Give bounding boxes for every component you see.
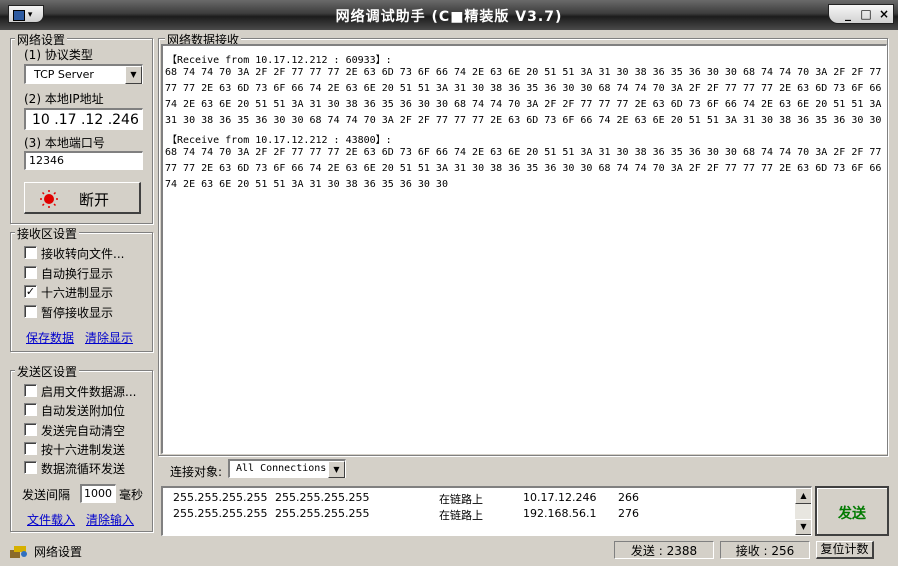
connection-cell: 在链路上 xyxy=(439,493,483,506)
protocol-value: TCP Server xyxy=(34,68,94,81)
minimize-button[interactable]: _ xyxy=(839,6,857,23)
port-value: 12346 xyxy=(29,154,64,167)
receive-header-line: 【Receive from 10.17.12.212 : 43800】: xyxy=(167,135,392,146)
checkbox-option[interactable]: ✓ 十六进制显示 xyxy=(24,284,150,300)
receive-hex-line: 77 77 2E 63 6D 73 6F 66 74 2E 63 6E 20 5… xyxy=(165,163,882,174)
send-interval-unit: 毫秒 xyxy=(119,488,144,502)
checkbox-option[interactable]: 数据流循环发送 xyxy=(24,460,150,476)
checkbox-label: 数据流循环发送 xyxy=(41,462,126,477)
send-interval-value: 1000 xyxy=(84,487,112,500)
maximize-button[interactable]: □ xyxy=(857,6,875,23)
window-title: 网络调试助手 (C■精装版 V3.7) xyxy=(335,9,563,25)
connection-target-select[interactable]: All Connections ▼ xyxy=(228,459,346,478)
checkbox-label: 按十六进制发送 xyxy=(41,442,126,457)
connection-cell: 266 xyxy=(618,491,639,504)
checkbox-option[interactable]: 接收转向文件... xyxy=(24,245,150,261)
disconnect-button[interactable]: 断开 xyxy=(24,182,141,214)
recv-count: 接收 : 256 xyxy=(720,541,810,559)
status-text: 网络设置 xyxy=(34,545,83,559)
checkbox-option[interactable]: 发送完自动清空 xyxy=(24,422,150,438)
connection-cell: 在链路上 xyxy=(439,509,483,522)
checkbox-label: 十六进制显示 xyxy=(41,286,114,300)
send-input-scrollbar[interactable]: ▲ ▼ xyxy=(795,488,811,535)
status-light-icon xyxy=(40,190,58,208)
checkmark-icon[interactable]: ✓ xyxy=(24,285,37,298)
scroll-up-icon[interactable]: ▲ xyxy=(795,488,811,504)
send-button-label: 发送 xyxy=(838,506,866,522)
connection-target-value: All Connections xyxy=(236,463,327,474)
protocol-label: (1) 协议类型 xyxy=(24,48,93,62)
checkbox-label: 暂停接收显示 xyxy=(41,305,114,320)
checkbox[interactable] xyxy=(24,422,37,436)
checkbox[interactable] xyxy=(24,246,37,259)
connection-cell: 255.255.255.255 xyxy=(173,491,268,504)
send-interval-label: 发送间隔 xyxy=(22,488,71,502)
connection-cell: 255.255.255.255 xyxy=(275,507,370,520)
ip-value: 10 .17 .12 .246 xyxy=(32,112,139,128)
scroll-down-icon[interactable]: ▼ xyxy=(795,519,811,535)
receive-hex-line: 77 77 2E 63 6D 73 6F 66 74 2E 63 6E 20 5… xyxy=(165,83,882,94)
receive-hex-line: 68 74 74 70 3A 2F 2F 77 77 77 2E 63 6D 7… xyxy=(165,67,882,78)
receive-hex-line: 31 30 38 36 35 36 30 30 68 74 74 70 3A 2… xyxy=(165,115,882,126)
checkbox-option[interactable]: 自动发送附加位 xyxy=(24,402,150,418)
checkbox[interactable] xyxy=(24,403,37,417)
connection-cell: 255.255.255.255 xyxy=(173,507,268,520)
receive-text-area[interactable]: 【Receive from 10.17.12.212 : 60933】: 68 7… xyxy=(161,44,887,454)
ip-label: (2) 本地IP地址 xyxy=(24,92,104,106)
checkbox[interactable] xyxy=(24,265,37,279)
send-button[interactable]: 发送 xyxy=(815,486,889,536)
checkbox-label: 启用文件数据源... xyxy=(41,385,137,399)
file-load-link[interactable]: 文件载入 xyxy=(27,511,75,528)
sent-count: 发送 : 2388 xyxy=(614,541,714,559)
port-field[interactable]: 12346 xyxy=(24,151,143,170)
checkbox-label: 接收转向文件... xyxy=(41,247,125,261)
close-button[interactable]: × xyxy=(875,6,893,23)
ip-address-field[interactable]: 10 .17 .12 .246 xyxy=(24,108,143,130)
connection-target-label: 连接对象: xyxy=(170,465,223,479)
reset-count-button[interactable]: 复位计数 xyxy=(816,541,874,559)
checkbox-label: 自动发送附加位 xyxy=(41,404,126,419)
checkbox-label: 发送完自动清空 xyxy=(41,423,126,438)
connection-row[interactable]: 255.255.255.255 255.255.255.255 在链路上 192.16… xyxy=(163,507,793,523)
checkbox-label: 自动换行显示 xyxy=(41,266,114,281)
disconnect-label: 断开 xyxy=(79,191,110,209)
receive-hex-line: 74 2E 63 6E 20 51 51 3A 31 30 38 36 35 3… xyxy=(165,99,882,110)
chevron-down-icon[interactable]: ▼ xyxy=(328,461,345,478)
connection-cell: 276 xyxy=(618,507,639,520)
receive-header-line: 【Receive from 10.17.12.212 : 60933】: xyxy=(167,55,392,66)
protocol-select[interactable]: TCP Server ▼ xyxy=(24,64,143,84)
receive-settings-legend: 接收区设置 xyxy=(15,225,80,242)
status-icon xyxy=(8,542,30,560)
caption-buttons: _ □ × xyxy=(828,4,894,24)
send-input-area[interactable]: 255.255.255.255 255.255.255.255 在链路上 10.17.… xyxy=(161,486,812,536)
connection-cell: 192.168.56.1 xyxy=(523,507,597,520)
send-settings-legend: 发送区设置 xyxy=(15,363,80,380)
save-data-link[interactable]: 保存数据 xyxy=(26,329,74,346)
checkbox[interactable] xyxy=(24,441,37,455)
connection-row[interactable]: 255.255.255.255 255.255.255.255 在链路上 10.17.… xyxy=(163,491,793,507)
chevron-down-icon[interactable]: ▼ xyxy=(125,66,142,84)
checkbox-option[interactable]: 自动换行显示 xyxy=(24,265,150,281)
send-interval-field[interactable]: 1000 xyxy=(80,484,116,503)
clear-display-link[interactable]: 清除显示 xyxy=(85,329,133,346)
connection-cell: 255.255.255.255 xyxy=(275,491,370,504)
checkbox[interactable] xyxy=(24,461,37,475)
connection-cell: 10.17.12.246 xyxy=(523,491,597,504)
port-label: (3) 本地端口号 xyxy=(24,136,105,150)
receive-hex-line: 68 74 74 70 3A 2F 2F 77 77 77 2E 63 6D 7… xyxy=(165,147,882,158)
checkbox-option[interactable]: 启用文件数据源... xyxy=(24,383,150,399)
checkbox-option[interactable]: 按十六进制发送 xyxy=(24,441,150,457)
checkbox-option[interactable]: 暂停接收显示 xyxy=(24,304,150,320)
clear-input-link[interactable]: 清除输入 xyxy=(86,511,134,528)
checkbox[interactable] xyxy=(24,304,37,318)
checkbox[interactable] xyxy=(24,384,37,397)
receive-hex-line: 74 2E 63 6E 20 51 51 3A 31 30 38 36 35 3… xyxy=(165,179,448,190)
